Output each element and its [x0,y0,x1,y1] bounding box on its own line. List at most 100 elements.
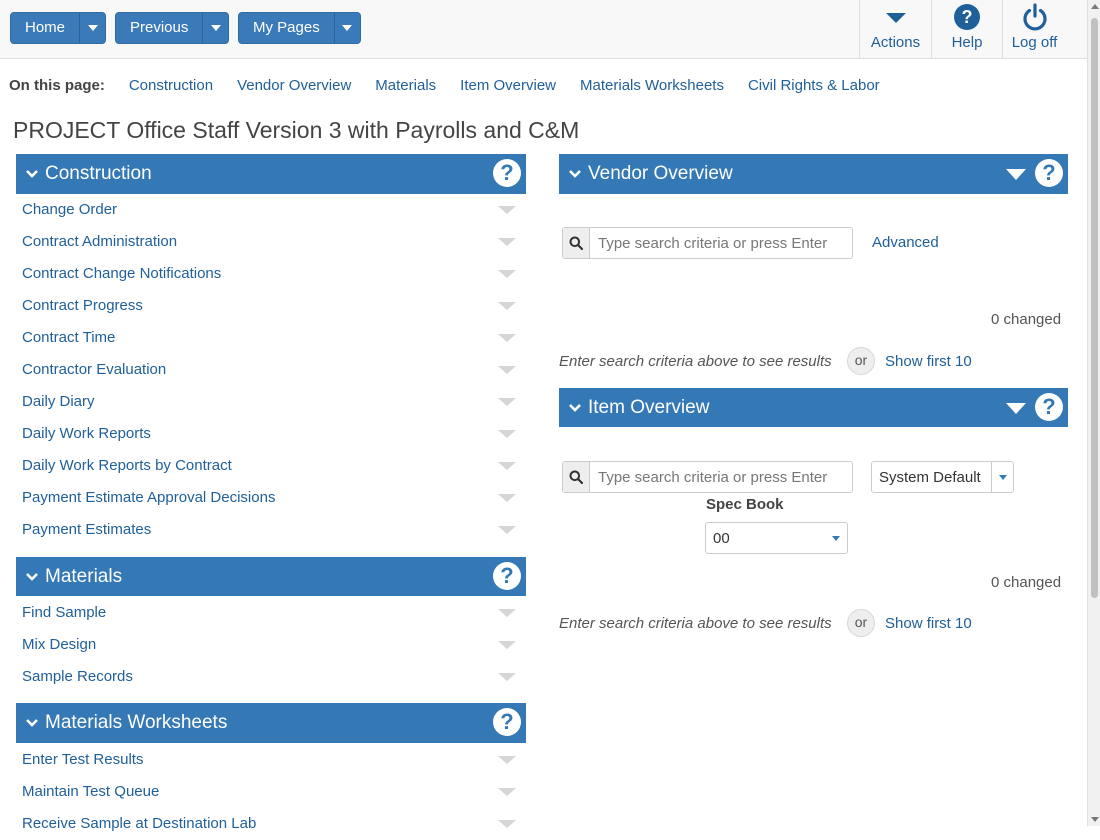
list-item[interactable]: Contract Change Notifications [16,258,526,290]
list-item[interactable]: Payment Estimate Approval Decisions [16,482,526,514]
caret-down-icon[interactable] [498,673,516,681]
question-circle-icon[interactable]: ? [1035,393,1063,421]
actions-button[interactable]: Actions [859,0,931,58]
scrollbar-thumb[interactable] [1091,18,1098,598]
mypages-button[interactable]: My Pages [239,13,334,43]
vendor-show-first-link[interactable]: Show first 10 [885,353,972,370]
nav-link-vendor-overview[interactable]: Vendor Overview [237,77,351,94]
nav-link-construction[interactable]: Construction [129,77,213,94]
list-item-label: Contractor Evaluation [22,361,167,378]
caret-down-icon[interactable] [498,334,516,342]
question-circle-icon[interactable]: ? [493,159,521,187]
nav-link-materials[interactable]: Materials [375,77,436,94]
list-item[interactable]: Change Order [16,194,526,226]
caret-down-icon[interactable] [498,366,516,374]
question-circle-icon[interactable]: ? [493,562,521,590]
caret-down-icon[interactable] [498,641,516,649]
nav-link-civil-rights-labor[interactable]: Civil Rights & Labor [748,77,880,94]
top-toolbar: Home Previous My Pages Actions ? Help Lo… [0,0,1087,59]
list-item-label: Contract Administration [22,233,178,250]
help-button[interactable]: ? Help [931,0,1002,58]
item-overview-panel-header[interactable]: Item Overview ? [559,388,1068,427]
search-icon[interactable] [563,462,590,492]
caret-down-icon [991,462,1013,492]
mypages-dropdown-button[interactable] [333,13,360,43]
search-icon[interactable] [563,228,590,258]
list-item[interactable]: Daily Work Reports [16,418,526,450]
vendor-overview-panel-header[interactable]: Vendor Overview ? [559,154,1068,194]
question-circle-icon: ? [953,0,981,34]
caret-down-icon [825,523,847,553]
nav-link-item-overview[interactable]: Item Overview [460,77,556,94]
caret-down-icon [885,0,906,34]
caret-down-icon[interactable] [498,430,516,438]
list-item[interactable]: Contract Administration [16,226,526,258]
caret-down-icon[interactable] [498,238,516,246]
materials-list: Find Sample Mix Design Sample Records [16,597,526,693]
list-item[interactable]: Mix Design [16,629,526,661]
materials-panel-header[interactable]: Materials ? [16,557,526,596]
actions-label: Actions [870,34,921,51]
caret-down-icon[interactable] [498,609,516,617]
caret-down-icon[interactable] [498,462,516,470]
list-item[interactable]: Contractor Evaluation [16,354,526,386]
construction-panel-header[interactable]: Construction ? [16,154,526,194]
scroll-up-arrow-icon[interactable] [1091,4,1099,9]
list-item-label: Receive Sample at Destination Lab [22,815,257,832]
list-item[interactable]: Receive Sample at Destination Lab [16,808,526,840]
or-badge: or [847,609,875,637]
list-item[interactable]: Contract Time [16,322,526,354]
materials-worksheets-panel-header[interactable]: Materials Worksheets ? [16,703,526,743]
question-circle-icon[interactable]: ? [493,708,521,736]
caret-down-icon[interactable] [1006,169,1026,180]
caret-down-icon[interactable] [498,820,516,828]
chevron-down-icon [342,25,353,31]
chevron-down-icon [19,718,45,728]
caret-down-icon[interactable] [498,494,516,502]
caret-down-icon[interactable] [498,526,516,534]
list-item[interactable]: Sample Records [16,661,526,693]
caret-down-icon[interactable] [498,398,516,406]
previous-button[interactable]: Previous [116,13,203,43]
list-item[interactable]: Find Sample [16,597,526,629]
home-button[interactable]: Home [11,13,80,43]
item-search-input[interactable] [590,462,852,492]
on-this-page-nav: On this page: Construction Vendor Overvi… [9,77,904,94]
caret-down-icon[interactable] [498,270,516,278]
caret-down-icon[interactable] [498,756,516,764]
list-item-label: Change Order [22,201,118,218]
vertical-scrollbar[interactable] [1087,0,1100,826]
caret-down-icon[interactable] [1006,403,1026,414]
item-search [562,461,853,493]
caret-down-icon[interactable] [498,206,516,214]
list-item[interactable]: Daily Work Reports by Contract [16,450,526,482]
list-item-label: Daily Work Reports [22,425,151,442]
spec-book-select[interactable]: 00 [705,522,848,554]
home-dropdown-button[interactable] [79,13,106,43]
vendor-search-input[interactable] [590,228,852,258]
advanced-link[interactable]: Advanced [872,234,939,251]
scroll-down-arrow-icon[interactable] [1091,817,1099,822]
question-circle-icon[interactable]: ? [1035,159,1063,187]
list-item-label: Maintain Test Queue [22,783,160,800]
list-item-label: Daily Diary [22,393,95,410]
list-item[interactable]: Payment Estimates [16,514,526,546]
list-item-label: Find Sample [22,604,107,621]
list-item[interactable]: Maintain Test Queue [16,776,526,808]
nav-link-materials-worksheets[interactable]: Materials Worksheets [580,77,724,94]
list-item-label: Enter Test Results [22,751,144,768]
previous-dropdown-button[interactable] [202,13,229,43]
list-item[interactable]: Contract Progress [16,290,526,322]
list-item[interactable]: Daily Diary [16,386,526,418]
home-split-button: Home [10,12,107,44]
construction-panel-title: Construction [45,163,152,184]
logoff-button[interactable]: Log off [1002,0,1066,58]
chevron-down-icon [562,403,588,413]
item-show-first-link[interactable]: Show first 10 [885,615,972,632]
view-select[interactable]: System Default [871,461,1014,493]
caret-down-icon[interactable] [498,302,516,310]
list-item[interactable]: Enter Test Results [16,744,526,776]
caret-down-icon[interactable] [498,788,516,796]
item-results-hint: Enter search criteria above to see resul… [559,615,832,632]
chevron-down-icon [87,25,98,31]
